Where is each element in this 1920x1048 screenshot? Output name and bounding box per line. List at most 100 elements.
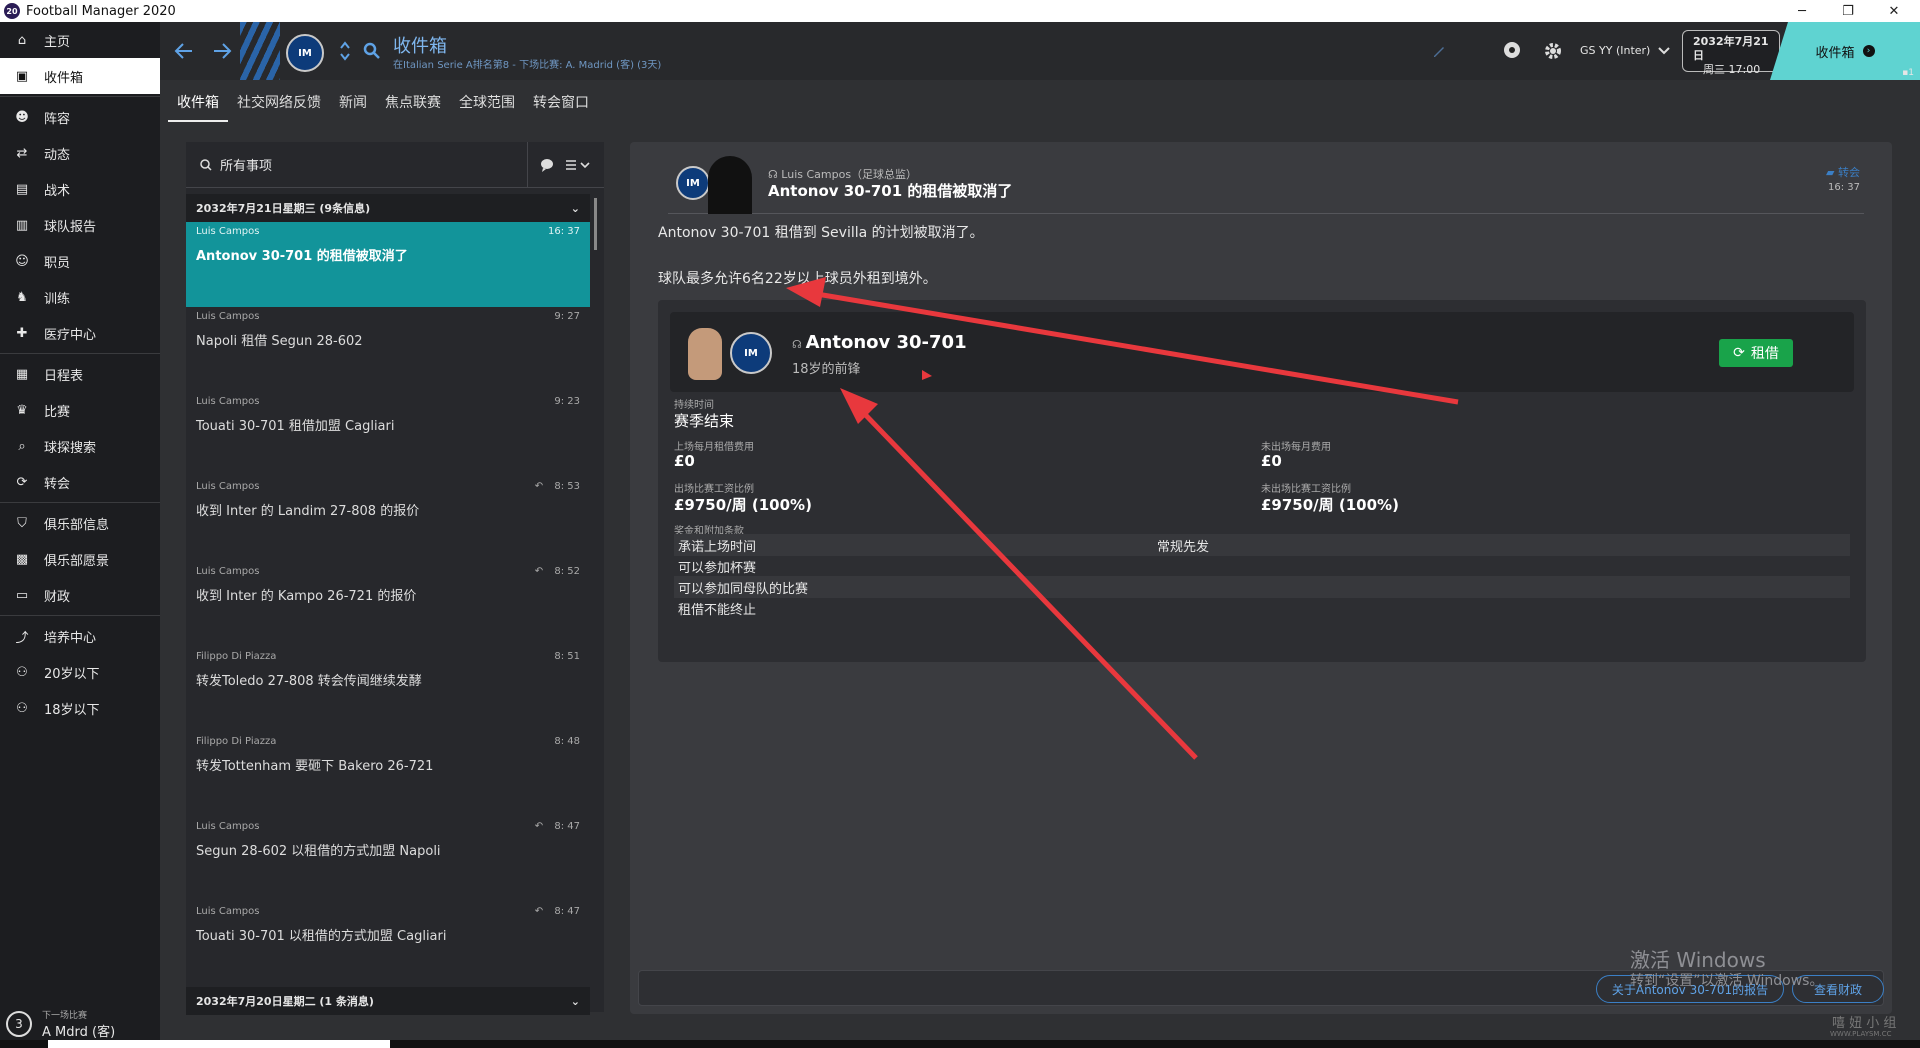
sidebar-item-label: 收件箱 xyxy=(44,70,84,86)
game-date[interactable]: 2032年7月21日 周三 17:00 xyxy=(1682,30,1780,76)
list-scrollbar[interactable] xyxy=(594,198,597,250)
clause-row: 承诺上场时间 常规先发 xyxy=(674,534,1850,556)
message-time-text: 8: 52 xyxy=(554,566,580,577)
sidebar-item-17[interactable]: ⚇ 20岁以下 xyxy=(0,654,160,690)
page-subtitle[interactable]: 在Italian Serie A排名第8 - 下场比赛: A. Madrid (… xyxy=(393,56,661,71)
sidebar-item-15[interactable]: ▭ 财政 xyxy=(0,577,160,613)
day-header[interactable]: 2032年7月20日星期二 (1 条消息) ⌄ xyxy=(186,987,590,1015)
player-name-text: Antonov 30-701 xyxy=(805,332,967,353)
message-item[interactable]: Luis Campos ↶ 8: 47 Segun 28-602 以租借的方式加盟 … xyxy=(186,817,590,902)
site-watermark-url: WWW.PLAYSM.CC xyxy=(1830,1030,1892,1038)
inbox-icon: ▣ xyxy=(15,68,29,84)
dynamics-icon: ⇄ xyxy=(16,145,28,161)
activate-windows-watermark: 激活 Windows xyxy=(1630,948,1766,972)
message-time-text: 8: 53 xyxy=(554,481,580,492)
message-item[interactable]: Filippo Di Piazza 8: 48 转发Tottenham 要砸下 Ba… xyxy=(186,732,590,817)
message-time: 9: 23 xyxy=(554,396,580,407)
sidebar-item-8[interactable]: ✚ 医疗中心 xyxy=(0,315,160,351)
minimize-button[interactable]: ─ xyxy=(1780,0,1824,22)
loan-button[interactable]: ⟳ 租借 xyxy=(1719,339,1793,367)
sidebar-item-7[interactable]: ♞ 训练 xyxy=(0,279,160,315)
message-item[interactable]: Luis Campos ↶ 8: 52 收到 Inter 的 Kampo 26-72… xyxy=(186,562,590,647)
clause-name: 承诺上场时间 xyxy=(678,539,757,555)
tab-2[interactable]: 新闻 xyxy=(330,88,376,122)
refresh-icon: ⟳ xyxy=(1733,345,1745,361)
list-menu-icon[interactable] xyxy=(566,159,592,171)
player-row[interactable]: IM ☊ Antonov 30-701 18岁的前锋 ⟳ 租借 xyxy=(670,312,1854,392)
sidebar-item-label: 阵容 xyxy=(44,111,71,127)
sidebar-item-5[interactable]: ▥ 球队报告 xyxy=(0,207,160,243)
sidebar-item-1[interactable]: ▣ 收件箱 xyxy=(0,58,160,94)
chevron-down-icon: ⌄ xyxy=(570,994,580,1008)
tab-0[interactable]: 收件箱 xyxy=(168,88,228,122)
sidebar-item-12[interactable]: ⟳ 转会 xyxy=(0,464,160,500)
sidebar-item-label: 20岁以下 xyxy=(44,666,100,682)
tab-1[interactable]: 社交网络反馈 xyxy=(228,88,330,122)
message-item[interactable]: Luis Campos 16: 37 Antonov 30-701 的租借被取消了 xyxy=(186,222,590,307)
sidebar-item-0[interactable]: ⌂ 主页 xyxy=(0,22,160,58)
sidebar-item-14[interactable]: ▩ 俱乐部愿景 xyxy=(0,541,160,577)
chevron-down-icon: ⌄ xyxy=(570,201,580,215)
continue-inbox-button[interactable]: 收件箱 › xyxy=(1770,22,1920,80)
close-button[interactable]: ✕ xyxy=(1872,0,1916,22)
sidebar-item-11[interactable]: ⌕ 球探搜索 xyxy=(0,428,160,464)
club-crest[interactable]: IM xyxy=(286,34,324,72)
back-arrow-icon[interactable] xyxy=(174,42,194,60)
message-time-text: 8: 51 xyxy=(554,651,580,662)
sidebar-divider xyxy=(0,615,160,616)
loan-button-label: 租借 xyxy=(1750,346,1779,362)
message-sender: Luis Campos xyxy=(196,481,260,492)
sidebar-item-16[interactable]: ⤴ 培养中心 xyxy=(0,618,160,654)
wage-value: £9750/周 (100%) xyxy=(674,496,812,514)
day-header[interactable]: 2032年7月21日星期三 (9条信息) ⌄ xyxy=(186,194,590,222)
sidebar-item-13[interactable]: ⛉ 俱乐部信息 xyxy=(0,505,160,541)
sidebar-nav: ⌂ 主页 ▣ 收件箱 ☻ 阵容 ⇄ 动态 ▤ 战术 ▥ 球队报告 ☺ 职员 ♞ 训练 ✚ 医疗中心 ▦ 日程表 ♛ 比赛 ⌕… xyxy=(0,22,160,726)
message-item[interactable]: Luis Campos 9: 27 Napoli 租借 Segun 28-602 xyxy=(186,307,590,392)
ball-icon[interactable] xyxy=(1502,40,1522,60)
message-time-text: 9: 23 xyxy=(554,396,580,407)
squad-icon: ☻ xyxy=(15,109,29,125)
sidebar-item-label: 球探搜索 xyxy=(44,440,97,456)
forward-arrow-icon[interactable] xyxy=(212,42,232,60)
player-name[interactable]: ☊ Antonov 30-701 xyxy=(792,332,967,353)
sidebar-item-label: 动态 xyxy=(44,147,71,163)
search-input[interactable]: 所有事项 xyxy=(186,141,528,188)
message-item[interactable]: Luis Campos 9: 23 Touati 30-701 租借加盟 Cagli… xyxy=(186,392,590,477)
sidebar-item-6[interactable]: ☺ 职员 xyxy=(0,243,160,279)
next-match[interactable]: 3 下一场比赛 A Mdrd (客) xyxy=(6,1008,115,1040)
message-subject: Segun 28-602 以租借的方式加盟 Napoli xyxy=(196,844,441,859)
message-time: 8: 51 xyxy=(554,651,580,662)
message-item[interactable]: Luis Campos ↶ 8: 53 收到 Inter 的 Landim 27-8… xyxy=(186,477,590,562)
maximize-button[interactable]: ❐ xyxy=(1826,0,1870,22)
search-placeholder: 所有事项 xyxy=(220,159,273,174)
sidebar-item-9[interactable]: ▦ 日程表 xyxy=(0,356,160,392)
chat-bubble-icon[interactable] xyxy=(540,158,554,172)
message-time: ↶ 8: 53 xyxy=(535,481,580,492)
duration-value: 赛季结束 xyxy=(674,412,735,430)
scouting-icon: ⌕ xyxy=(18,438,26,454)
message-time: ↶ 8: 47 xyxy=(535,821,580,832)
sidebar-item-3[interactable]: ⇄ 动态 xyxy=(0,135,160,171)
settings-gear-icon[interactable] xyxy=(1542,40,1564,62)
sidebar-divider xyxy=(0,502,160,503)
search-icon[interactable] xyxy=(363,42,381,60)
sidebar: ⌂ 主页 ▣ 收件箱 ☻ 阵容 ⇄ 动态 ▤ 战术 ▥ 球队报告 ☺ 职员 ♞ 训练 ✚ 医疗中心 ▦ 日程表 ♛ 比赛 ⌕… xyxy=(0,22,160,1048)
message-item[interactable]: Luis Campos ↶ 8: 47 Touati 30-701 以租借的方式加盟… xyxy=(186,902,590,987)
message-item[interactable]: Filippo Di Piazza 8: 51 转发Toledo 27-808 转会… xyxy=(186,647,590,732)
message-time: ↶ 8: 52 xyxy=(535,566,580,577)
tab-4[interactable]: 全球范围 xyxy=(450,88,524,122)
edit-icon[interactable] xyxy=(1432,44,1446,58)
taskbar-window[interactable] xyxy=(48,1040,390,1048)
unused-wage-value: £9750/周 (100%) xyxy=(1261,496,1399,514)
tab-3[interactable]: 焦点联赛 xyxy=(376,88,450,122)
sidebar-item-18[interactable]: ⚇ 18岁以下 xyxy=(0,690,160,726)
club-switch-icon[interactable] xyxy=(340,40,350,62)
sidebar-item-2[interactable]: ☻ 阵容 xyxy=(0,99,160,135)
sidebar-item-4[interactable]: ▤ 战术 xyxy=(0,171,160,207)
manager-name: GS YY (Inter) xyxy=(1580,44,1651,57)
manager-menu[interactable]: GS YY (Inter) xyxy=(1580,44,1671,57)
staff-icon: ☺ xyxy=(15,253,29,269)
tab-5[interactable]: 转会窗口 xyxy=(524,88,598,122)
sidebar-item-10[interactable]: ♛ 比赛 xyxy=(0,392,160,428)
inbox-tabs: 收件箱 社交网络反馈 新闻 焦点联赛 全球范围 转会窗口 xyxy=(168,88,598,122)
